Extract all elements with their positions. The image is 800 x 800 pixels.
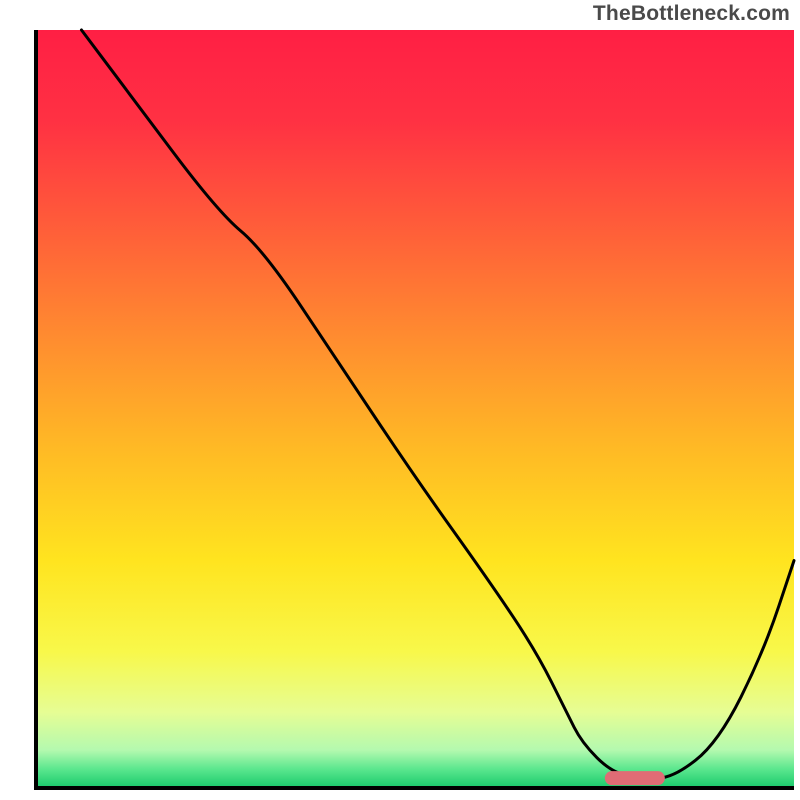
bottleneck-chart [0, 0, 800, 800]
gradient-background [36, 30, 794, 788]
optimal-marker [605, 771, 665, 785]
chart-container: TheBottleneck.com [0, 0, 800, 800]
